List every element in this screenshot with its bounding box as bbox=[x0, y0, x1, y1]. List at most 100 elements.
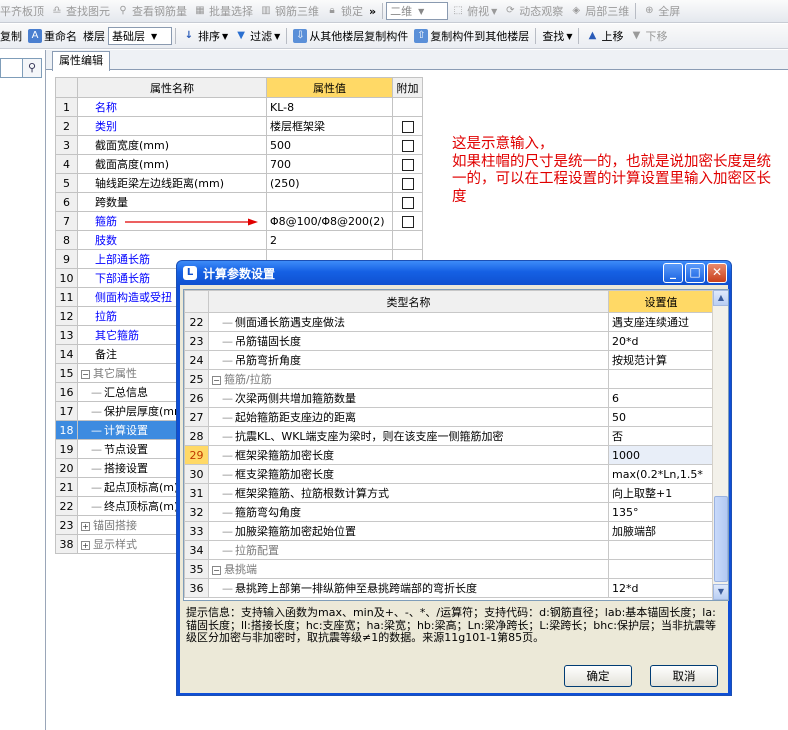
param-row[interactable]: 22— 侧面通长筋遇支座做法 遇支座连续通过 bbox=[184, 312, 714, 332]
row-number: 22 bbox=[184, 312, 209, 332]
param-value-cell[interactable] bbox=[608, 369, 714, 389]
collapse-icon[interactable]: − bbox=[212, 565, 221, 575]
tree-line: — bbox=[222, 582, 233, 595]
param-name: 侧面通长筋遇支座做法 bbox=[235, 316, 345, 329]
dialog-body: 类型名称 设置值 22— 侧面通长筋遇支座做法 遇支座连续通过 23— 吊筋锚固长度 20… bbox=[180, 285, 729, 693]
hint-text: 提示信息：支持输入函数为max、min及+、-、*、/运算符；支持代码：d:钢筋… bbox=[186, 606, 716, 644]
param-name-cell: — 框支梁箍筋加密长度 bbox=[208, 464, 609, 484]
param-value-cell[interactable] bbox=[608, 540, 714, 560]
param-row[interactable]: 32 — 箍筋弯勾角度 135° bbox=[184, 502, 714, 522]
dialog-title: 计算参数设置 bbox=[203, 266, 276, 281]
param-name-cell: — 抗震KL、WKL端支座为梁时，则在该支座一侧箍筋加密 bbox=[208, 426, 609, 446]
scrollbar-thumb[interactable] bbox=[714, 496, 728, 582]
param-value-cell[interactable]: 否 bbox=[608, 426, 714, 446]
param-name: 吊筋弯折角度 bbox=[235, 354, 301, 367]
params-table: 类型名称 设置值 22— 侧面通长筋遇支座做法 遇支座连续通过 23— 吊筋锚固长度 20… bbox=[184, 290, 714, 598]
param-name: 悬挑跨上部第一排纵筋伸至悬挑跨端部的弯折长度 bbox=[235, 582, 477, 595]
param-name-cell: — 框架梁箍筋加密长度 bbox=[208, 445, 609, 465]
param-row[interactable]: 26 — 次梁两侧共增加箍筋数量 6 bbox=[184, 388, 714, 408]
row-number: 28 bbox=[184, 426, 209, 446]
param-name-cell: — 框架梁箍筋、拉筋根数计算方式 bbox=[208, 483, 609, 503]
param-value-cell[interactable]: 20*d bbox=[608, 331, 714, 351]
param-value-cell[interactable]: 加腋端部 bbox=[608, 521, 714, 541]
row-number: 36 bbox=[184, 578, 209, 598]
row-number: 24 bbox=[184, 350, 209, 370]
tree-line: — bbox=[222, 468, 233, 481]
chevron-up-icon: ▲ bbox=[717, 293, 725, 302]
ok-button[interactable]: 确定 bbox=[564, 665, 632, 687]
param-value-cell[interactable]: max(0.2*Ln,1.5* bbox=[608, 464, 714, 484]
param-name-cell: — 吊筋锚固长度 bbox=[208, 331, 609, 351]
param-name: 拉筋配置 bbox=[235, 544, 279, 557]
row-number: 31 bbox=[184, 483, 209, 503]
param-value-cell[interactable]: 6 bbox=[608, 388, 714, 408]
tree-line: — bbox=[222, 525, 233, 538]
param-name-cell: — 加腋梁箍筋加密起始位置 bbox=[208, 521, 609, 541]
row-number: 29 bbox=[184, 445, 209, 465]
arrow-to-stirrup-value bbox=[125, 218, 258, 226]
param-row[interactable]: 25− 箍筋/拉筋 bbox=[184, 369, 714, 389]
param-name-cell: — 拉筋配置 bbox=[208, 540, 609, 560]
tree-line: — bbox=[222, 316, 233, 329]
param-name-cell: — 侧面通长筋遇支座做法 bbox=[208, 312, 609, 332]
maximize-button[interactable]: □ bbox=[685, 263, 705, 283]
params-grid: 类型名称 设置值 22— 侧面通长筋遇支座做法 遇支座连续通过 23— 吊筋锚固长度 20… bbox=[183, 289, 729, 601]
param-row[interactable]: 33— 加腋梁箍筋加密起始位置 加腋端部 bbox=[184, 521, 714, 541]
param-name: 抗震KL、WKL端支座为梁时，则在该支座一侧箍筋加密 bbox=[235, 430, 504, 443]
tree-line: — bbox=[222, 392, 233, 405]
scroll-down-button[interactable]: ▼ bbox=[713, 584, 728, 600]
app-icon: L bbox=[183, 266, 197, 280]
collapse-icon[interactable]: − bbox=[212, 375, 221, 385]
param-row[interactable]: 27— 起始箍筋距支座边的距离 50 bbox=[184, 407, 714, 427]
param-value-cell[interactable]: 12*d bbox=[608, 578, 714, 598]
param-value-cell[interactable]: 向上取整+1 bbox=[608, 483, 714, 503]
row-number-header bbox=[184, 290, 209, 313]
row-number: 33 bbox=[184, 521, 209, 541]
tree-line: — bbox=[222, 506, 233, 519]
tree-line: — bbox=[222, 449, 233, 462]
param-name: 框架梁箍筋、拉筋根数计算方式 bbox=[235, 487, 389, 500]
row-number: 34 bbox=[184, 540, 209, 560]
param-name: 箍筋弯勾角度 bbox=[235, 506, 301, 519]
param-row[interactable]: 24— 吊筋弯折角度 按规范计算 bbox=[184, 350, 714, 370]
chevron-down-icon: ▼ bbox=[717, 587, 725, 596]
param-name: 箍筋/拉筋 bbox=[224, 373, 272, 386]
param-value-cell[interactable]: 按规范计算 bbox=[608, 350, 714, 370]
param-value-cell[interactable] bbox=[608, 559, 714, 579]
maximize-icon: □ bbox=[689, 265, 701, 279]
param-row[interactable]: 28— 抗震KL、WKL端支座为梁时，则在该支座一侧箍筋加密否 bbox=[184, 426, 714, 446]
close-button[interactable]: ✕ bbox=[707, 263, 727, 283]
param-row[interactable]: 23— 吊筋锚固长度 20*d bbox=[184, 331, 714, 351]
param-row[interactable]: 30— 框支梁箍筋加密长度 max(0.2*Ln,1.5* bbox=[184, 464, 714, 484]
param-row[interactable]: 31— 框架梁箍筋、拉筋根数计算方式 向上取整+1 bbox=[184, 483, 714, 503]
param-name-cell: − 悬挑端 bbox=[208, 559, 609, 579]
vertical-scrollbar[interactable]: ▲ ▼ bbox=[712, 290, 728, 600]
param-row[interactable]: 29— 框架梁箍筋加密长度 1000 bbox=[184, 445, 714, 465]
param-value-cell[interactable]: 遇支座连续通过 bbox=[608, 312, 714, 332]
row-number: 27 bbox=[184, 407, 209, 427]
tree-line: — bbox=[222, 354, 233, 367]
tree-line: — bbox=[222, 544, 233, 557]
param-value-cell[interactable]: 135° bbox=[608, 502, 714, 522]
param-name: 次梁两侧共增加箍筋数量 bbox=[235, 392, 356, 405]
scroll-up-button[interactable]: ▲ bbox=[713, 290, 728, 306]
cancel-button[interactable]: 取消 bbox=[650, 665, 718, 687]
row-number: 25 bbox=[184, 369, 209, 389]
row-number: 32 bbox=[184, 502, 209, 522]
param-name: 吊筋锚固长度 bbox=[235, 335, 301, 348]
row-number: 35 bbox=[184, 559, 209, 579]
tree-line: — bbox=[222, 335, 233, 348]
param-name-cell: — 悬挑跨上部第一排纵筋伸至悬挑跨端部的弯折长度 bbox=[208, 578, 609, 598]
param-name-cell: — 吊筋弯折角度 bbox=[208, 350, 609, 370]
param-name-cell: — 起始箍筋距支座边的距离 bbox=[208, 407, 609, 427]
param-row[interactable]: 36— 悬挑跨上部第一排纵筋伸至悬挑跨端部的弯折长度 12*d bbox=[184, 578, 714, 598]
ok-label: 确定 bbox=[586, 669, 610, 683]
param-name: 框架梁箍筋加密长度 bbox=[235, 449, 334, 462]
minimize-button[interactable]: _ bbox=[663, 263, 683, 283]
row-number: 26 bbox=[184, 388, 209, 408]
dialog-title-bar[interactable]: L 计算参数设置 bbox=[177, 261, 731, 285]
param-value-cell[interactable]: 50 bbox=[608, 407, 714, 427]
param-row[interactable]: 35− 悬挑端 bbox=[184, 559, 714, 579]
param-row[interactable]: 34— 拉筋配置 bbox=[184, 540, 714, 560]
param-value-cell[interactable]: 1000 bbox=[608, 445, 714, 465]
